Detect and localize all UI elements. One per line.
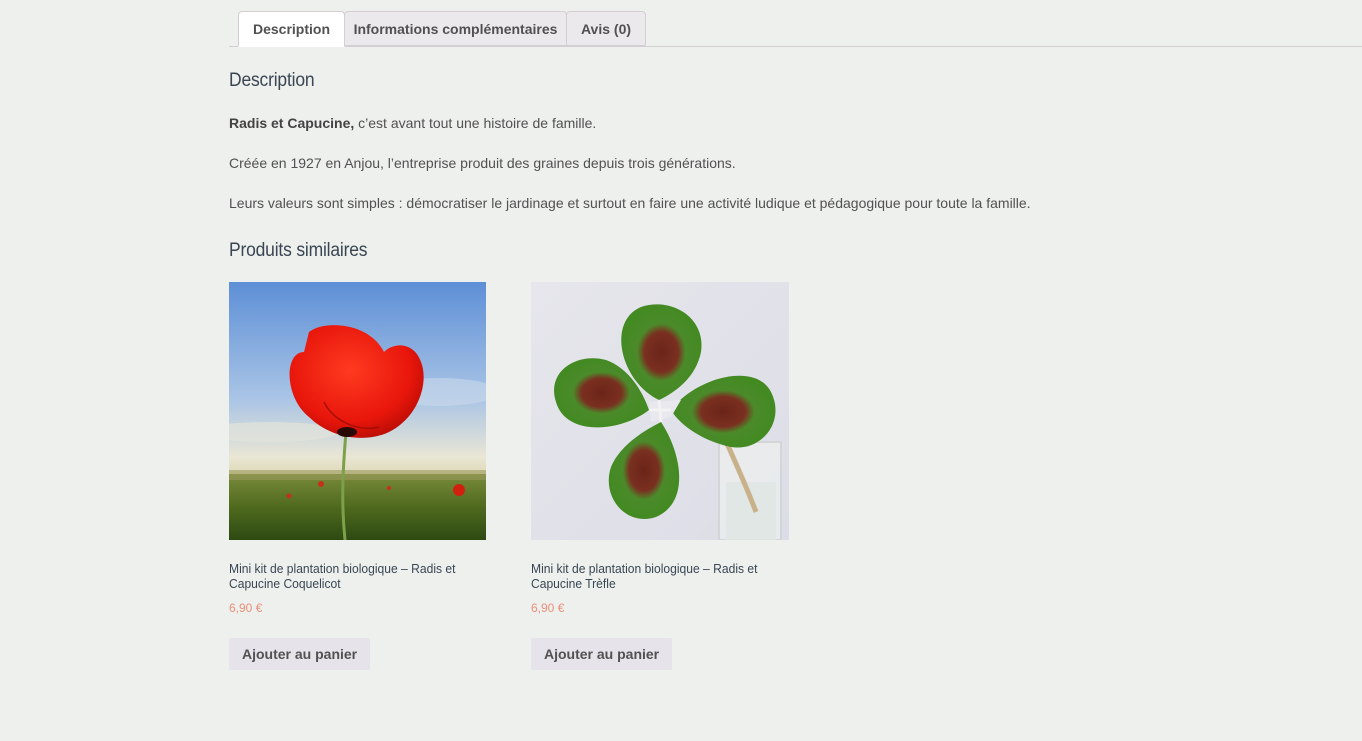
tab-reviews[interactable]: Avis (0) — [566, 11, 646, 46]
product-title[interactable]: Mini kit de plantation biologique – Radi… — [229, 561, 462, 591]
product-card: Mini kit de plantation biologique – Radi… — [229, 282, 486, 670]
clover-product-image[interactable] — [531, 282, 789, 540]
product-price: 6,90 € — [229, 601, 263, 615]
description-text: c’est avant tout une histoire de famille… — [354, 115, 597, 131]
tab-additional-information[interactable]: Informations complémentaires — [344, 11, 567, 46]
product-price: 6,90 € — [531, 601, 565, 615]
product-tabs: Description Informations complémentaires… — [0, 0, 1362, 47]
add-to-cart-button[interactable]: Ajouter au panier — [229, 638, 371, 670]
description-paragraph: Radis et Capucine, c’est avant tout une … — [229, 115, 596, 131]
tab-description[interactable]: Description — [238, 11, 345, 47]
description-heading: Description — [229, 70, 315, 91]
product-title[interactable]: Mini kit de plantation biologique – Radi… — [531, 561, 764, 591]
brand-name: Radis et Capucine, — [229, 115, 355, 131]
tabs-divider — [229, 46, 1362, 47]
product-page: Description Informations complémentaires… — [0, 0, 1362, 741]
product-card: Mini kit de plantation biologique – Radi… — [531, 282, 789, 670]
related-products-heading: Produits similaires — [229, 240, 368, 261]
poppy-product-image[interactable] — [229, 282, 486, 540]
add-to-cart-button[interactable]: Ajouter au panier — [531, 638, 673, 670]
description-paragraph: Créée en 1927 en Anjou, l’entreprise pro… — [229, 155, 736, 171]
description-paragraph: Leurs valeurs sont simples : démocratise… — [229, 195, 1031, 211]
